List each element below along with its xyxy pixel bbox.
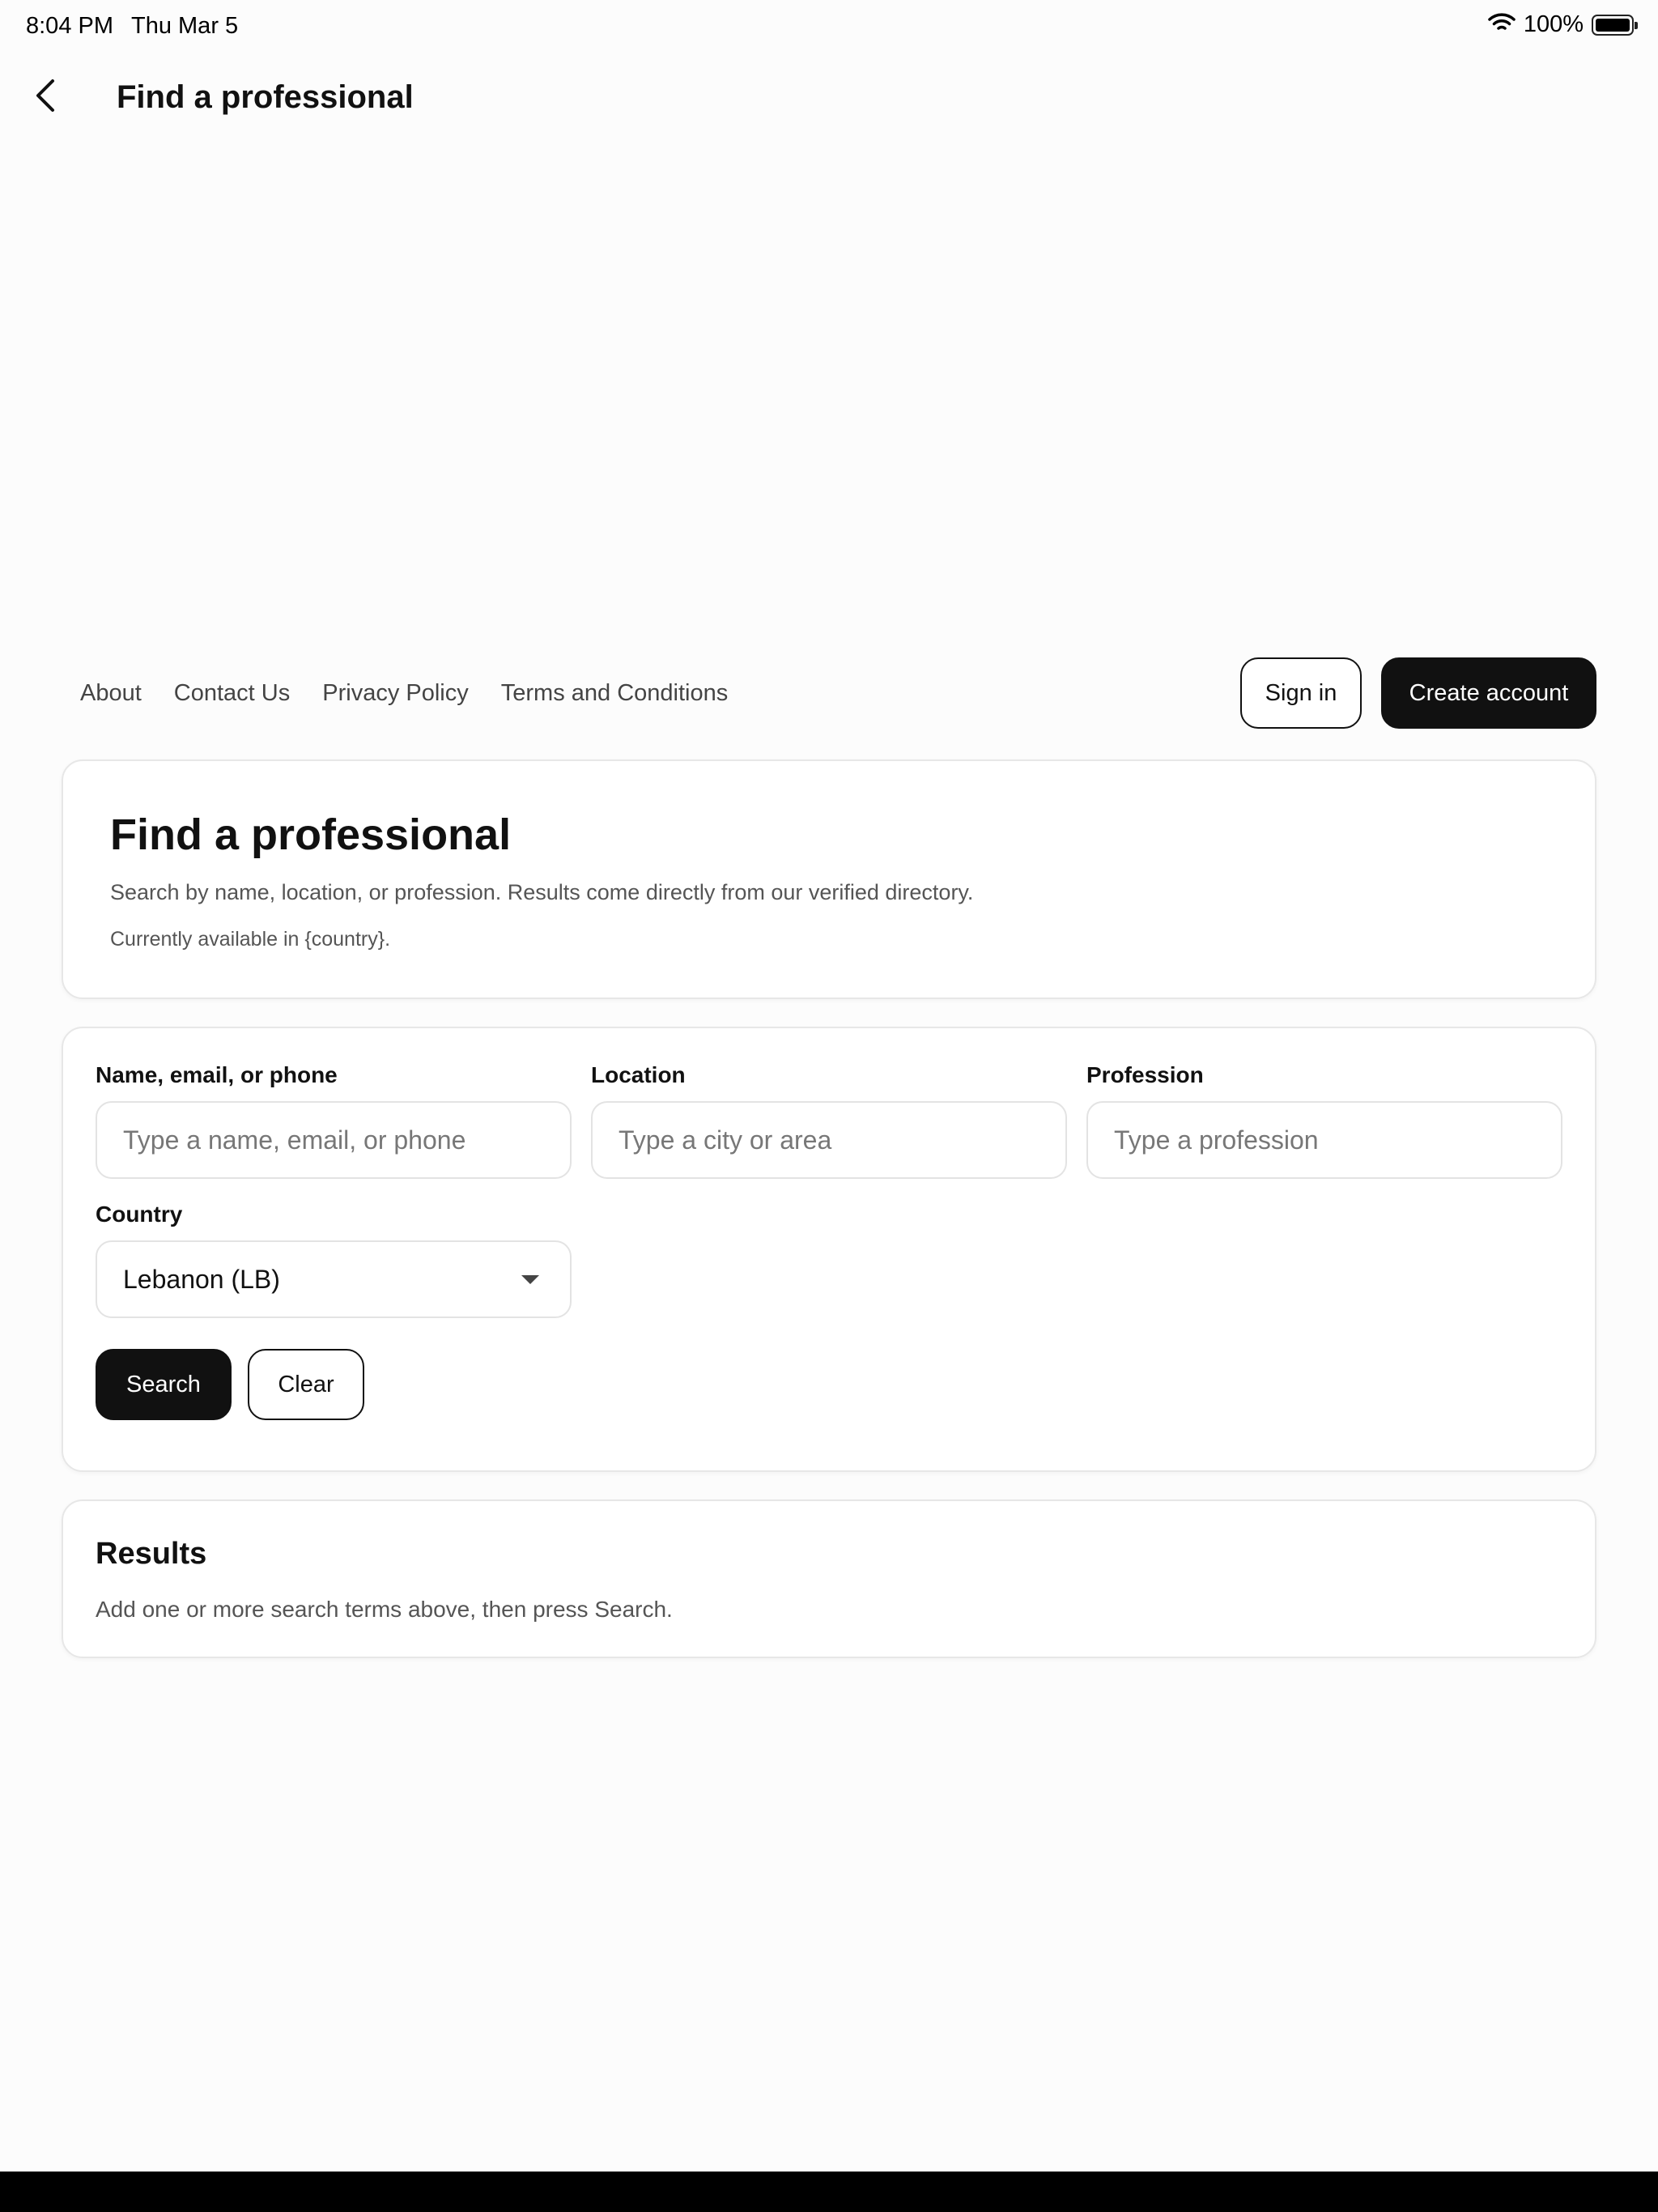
page-title: Find a professional [110,810,512,859]
nav-title: Find a professional [117,79,414,115]
availability-note: Currently available in {country}. [110,928,391,951]
country-select[interactable]: Lebanon (LB) [96,1240,572,1318]
hero-subtitle: Search by name, location, or profession.… [110,880,974,904]
battery-percent: 100% [1523,11,1584,37]
hero-card: Find a professional Search by name, loca… [62,759,1596,999]
link-contact-us[interactable]: Contact Us [174,680,290,707]
caret-down-icon [521,1274,539,1284]
status-date: Thu Mar 5 [131,13,239,39]
home-indicator-bar [0,2172,1658,2212]
wifi-icon [1488,12,1516,37]
name-input[interactable] [96,1101,572,1179]
back-button[interactable] [24,76,66,118]
status-indicators: 100% [1488,11,1638,38]
search-actions: Search Clear [96,1349,364,1420]
nav-bar: Find a professional [0,65,1658,130]
country-label: Country [96,1202,183,1227]
create-account-button[interactable]: Create account [1381,657,1596,729]
name-field: Name, email, or phone [96,1062,572,1179]
profession-input[interactable] [1086,1101,1562,1179]
name-label: Name, email, or phone [96,1062,338,1087]
chevron-left-icon [33,78,57,117]
site-header: About Contact Us Privacy Policy Terms an… [0,657,1658,730]
link-privacy-policy[interactable]: Privacy Policy [322,680,469,707]
results-title: Results [96,1537,207,1571]
country-field: Country Lebanon (LB) [96,1202,572,1318]
search-form-card: Name, email, or phone Location Professio… [62,1027,1596,1472]
link-about[interactable]: About [80,680,142,707]
status-time: 8:04 PM [26,13,113,39]
profession-label: Profession [1086,1062,1204,1087]
status-bar: 8:04 PM Thu Mar 5 100% [0,0,1658,52]
battery-icon [1592,14,1638,36]
sign-in-button[interactable]: Sign in [1240,657,1362,729]
results-empty-message: Add one or more search terms above, then… [96,1597,673,1622]
results-card: Results Add one or more search terms abo… [62,1499,1596,1658]
header-links: About Contact Us Privacy Policy Terms an… [80,680,728,707]
country-select-value: Lebanon (LB) [123,1264,280,1294]
profession-field: Profession [1086,1062,1562,1179]
search-button[interactable]: Search [96,1349,232,1420]
header-actions: Sign in Create account [1240,657,1596,729]
page: 8:04 PM Thu Mar 5 100% Find a profession… [0,0,1658,2212]
link-terms-and-conditions[interactable]: Terms and Conditions [501,680,728,707]
location-label: Location [591,1062,686,1087]
clear-button[interactable]: Clear [248,1349,364,1420]
location-input[interactable] [591,1101,1067,1179]
location-field: Location [591,1062,1067,1179]
